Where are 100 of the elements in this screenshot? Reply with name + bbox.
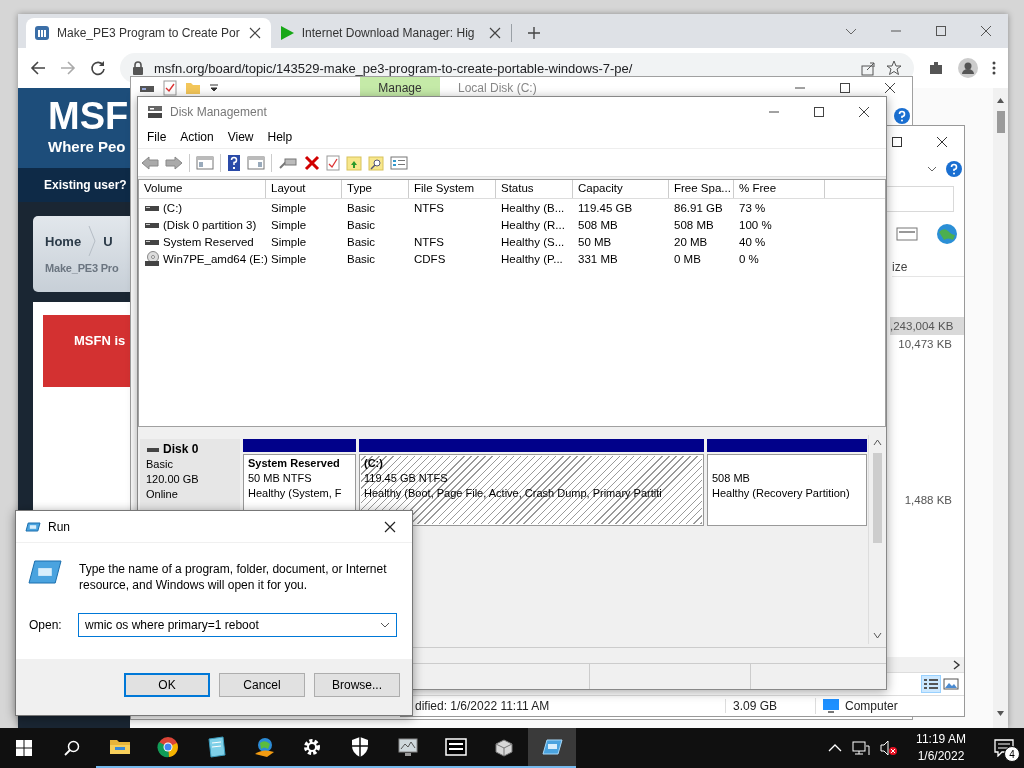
- shield-icon: [349, 736, 371, 758]
- scroll-up-icon[interactable]: [996, 96, 1005, 105]
- avatar-icon[interactable]: [958, 58, 978, 78]
- delete-icon[interactable]: [304, 154, 320, 171]
- disk-management-icon: [146, 103, 164, 120]
- scroll-thumb[interactable]: [996, 111, 1005, 133]
- checklist-icon[interactable]: [326, 154, 340, 171]
- dropdown-icon[interactable]: [209, 82, 219, 93]
- partition-block[interactable]: (C:) 119.45 GB NTFS Healthy (Boot, Page File, Active, Crash Dump, Primary Partiti: [359, 454, 704, 526]
- file-size[interactable]: ,243,004 KB: [890, 317, 964, 335]
- table-cell-text: 100 %: [738, 218, 773, 233]
- reload-icon[interactable]: [90, 60, 106, 76]
- table-cell-text: Basic: [346, 201, 377, 216]
- details-view-icon[interactable]: [922, 676, 940, 692]
- share-icon[interactable]: [860, 60, 876, 76]
- menu-icon[interactable]: [992, 60, 996, 76]
- column-header[interactable]: File System: [409, 180, 496, 198]
- scroll-thumb[interactable]: [873, 453, 882, 543]
- column-header[interactable]: % Free: [734, 180, 825, 198]
- dropdown-icon[interactable]: [380, 622, 390, 628]
- table-cell-text: 331 MB: [577, 252, 619, 267]
- taskbar-app[interactable]: [528, 728, 576, 768]
- clock-time[interactable]: 11:19 AM: [916, 731, 966, 748]
- partition-status: Healthy (Boot, Page File, Active, Crash Dump, Primary Partiti: [364, 486, 663, 501]
- help-icon[interactable]: [227, 153, 241, 172]
- properties-icon[interactable]: [163, 79, 177, 96]
- play-icon: [278, 25, 295, 41]
- status-text: 3.09 GB: [725, 699, 815, 713]
- dialog-button[interactable]: Browse...: [314, 673, 400, 697]
- window-title: Local Disk (C:): [458, 80, 537, 95]
- scrollbar[interactable]: [993, 88, 1008, 728]
- browser-tab[interactable]: Make_PE3 Program to Create Por: [26, 18, 271, 48]
- search-icon: [64, 740, 80, 756]
- partition-block[interactable]: 508 MB Healthy (Recovery Partition): [707, 454, 867, 526]
- signin-link[interactable]: Existing user?: [44, 178, 127, 192]
- forward-icon[interactable]: [165, 154, 183, 171]
- file-size[interactable]: 10,473 KB: [890, 335, 964, 353]
- properties-icon[interactable]: [390, 154, 408, 171]
- dialog-button[interactable]: Cancel: [219, 673, 305, 697]
- window-icon[interactable]: [896, 226, 918, 242]
- command-field[interactable]: wmic os where primary=1 reboot: [78, 613, 397, 637]
- table-cell-text: Basic: [346, 218, 377, 233]
- menu-item[interactable]: Help: [260, 130, 300, 144]
- menu-item[interactable]: Action: [173, 130, 221, 144]
- globe-icon[interactable]: [936, 223, 958, 245]
- topic-title: Make_PE3 Pro: [45, 262, 120, 274]
- help-icon[interactable]: [894, 108, 910, 124]
- table-cell-text: 119.45 GB: [577, 201, 634, 216]
- globe-download-icon: [253, 736, 275, 758]
- lock-icon: [132, 61, 144, 75]
- scroll-right-icon[interactable]: [953, 659, 961, 670]
- column-header[interactable]: Capacity: [573, 180, 669, 198]
- disk-type: Basic: [146, 457, 174, 472]
- folder-up-icon[interactable]: [346, 154, 362, 171]
- breadcrumb-link[interactable]: Home: [45, 233, 82, 249]
- site-tagline: Where Peo: [48, 138, 127, 155]
- disc-drive-icon: [144, 251, 160, 267]
- column-header[interactable]: Type: [342, 180, 409, 198]
- dialog-button[interactable]: OK: [124, 673, 210, 697]
- star-icon[interactable]: [886, 60, 902, 76]
- window-title: Disk Management: [170, 104, 267, 119]
- column-header[interactable]: ize: [892, 258, 964, 277]
- table-cell-text: 86.91 GB: [673, 201, 724, 216]
- folder-search-icon[interactable]: [368, 154, 384, 171]
- disk-status: Online: [146, 487, 179, 502]
- table-cell-text: CDFS: [413, 252, 447, 267]
- table-cell-text: 508 MB: [577, 218, 619, 233]
- back-icon[interactable]: [30, 60, 46, 76]
- browser-tab[interactable]: Internet Download Manager: Hig: [270, 18, 511, 48]
- chevron-up-icon[interactable]: [828, 743, 842, 753]
- table-cell-text: 40 %: [738, 235, 767, 250]
- notice-text: MSFN is: [74, 333, 126, 348]
- partition-size: 119.45 GB NTFS: [364, 471, 449, 486]
- network-icon[interactable]: [852, 740, 870, 756]
- table-cell-text: Healthy (B...: [500, 201, 566, 216]
- scrollbar[interactable]: [868, 435, 886, 644]
- speaker-icon[interactable]: [880, 740, 898, 756]
- column-header[interactable]: Status: [496, 180, 573, 198]
- help-icon[interactable]: [946, 160, 962, 177]
- scroll-down-icon[interactable]: [996, 709, 1005, 718]
- monitor-icon: [397, 736, 419, 758]
- clock-date[interactable]: 1/6/2022: [917, 748, 965, 765]
- table-cell-text: (Disk 0 partition 3): [163, 218, 257, 233]
- menu-item[interactable]: File: [140, 130, 174, 144]
- large-icons-view-icon[interactable]: [942, 676, 960, 692]
- table-cell-text: (C:): [163, 201, 183, 216]
- file-size[interactable]: 1,488 KB: [890, 491, 964, 509]
- new-tab-icon[interactable]: [525, 25, 542, 41]
- scroll-down-icon[interactable]: [873, 631, 882, 640]
- breadcrumb-link[interactable]: U: [103, 233, 113, 249]
- column-header[interactable]: Volume: [139, 180, 266, 198]
- puzzle-icon[interactable]: [928, 60, 944, 76]
- notification-icon[interactable]: [994, 739, 1014, 757]
- ribbon-tab[interactable]: Manage: [360, 77, 440, 98]
- column-header[interactable]: Layout: [266, 180, 342, 198]
- scroll-up-icon[interactable]: [873, 438, 882, 447]
- connect-icon[interactable]: [278, 155, 298, 170]
- column-header[interactable]: Free Spa...: [669, 180, 734, 198]
- menu-item[interactable]: View: [220, 130, 261, 144]
- table-cell-text: 73 %: [738, 201, 767, 216]
